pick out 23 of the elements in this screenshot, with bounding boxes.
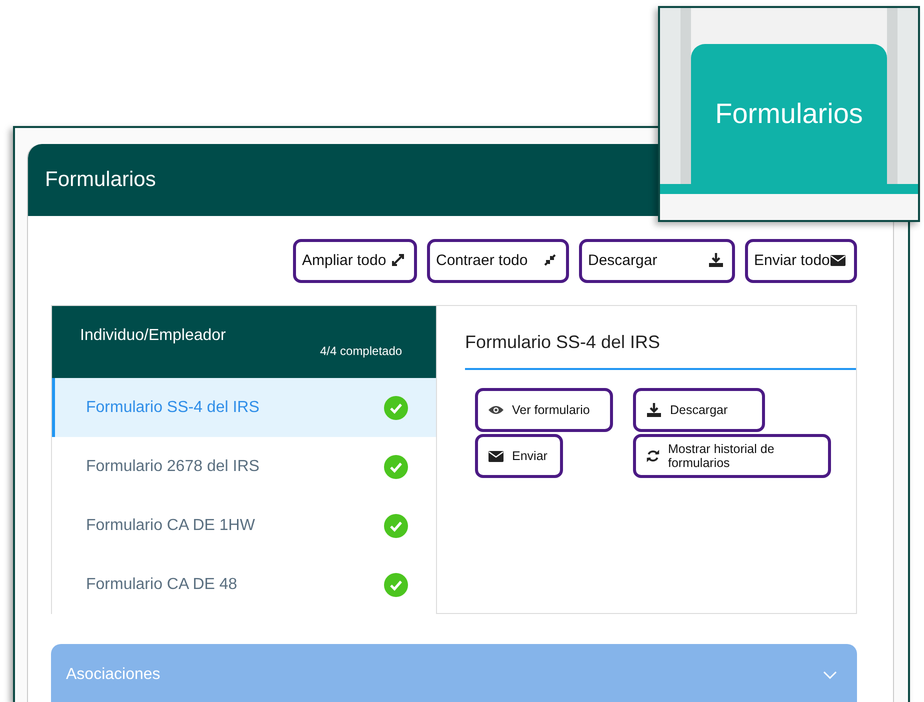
- action-button[interactable]: Mostrar historial de formularios: [633, 434, 831, 478]
- toolbar-button[interactable]: Ampliar todo: [293, 239, 417, 283]
- form-name: Formulario 2678 del IRS: [86, 458, 260, 476]
- download-icon: [646, 402, 662, 418]
- form-name: Formulario CA DE 1HW: [86, 516, 255, 534]
- toolbar-button[interactable]: Contraer todo: [427, 239, 569, 283]
- form-name: Formulario CA DE 48: [86, 576, 238, 594]
- toolbar-button[interactable]: Enviar todo: [745, 239, 857, 283]
- group-title: Individuo/Empleador: [80, 327, 226, 346]
- download-icon: [708, 252, 724, 268]
- refresh-icon: [646, 448, 660, 464]
- mail-icon: [830, 252, 846, 268]
- action-button[interactable]: Descargar: [633, 388, 765, 432]
- form-name: Formulario SS-4 del IRS: [86, 398, 260, 416]
- toolbar-button[interactable]: Descargar: [579, 239, 735, 283]
- detail-title: Formulario SS-4 del IRS: [465, 306, 856, 370]
- collapse-icon: [542, 252, 558, 268]
- action-button[interactable]: Enviar: [475, 434, 563, 478]
- card-title: Formularios: [45, 168, 156, 192]
- expand-icon: [390, 252, 406, 268]
- action-button[interactable]: Ver formulario: [475, 388, 613, 432]
- mail-icon: [488, 448, 504, 464]
- progress-text: 4/4 completado: [320, 344, 404, 360]
